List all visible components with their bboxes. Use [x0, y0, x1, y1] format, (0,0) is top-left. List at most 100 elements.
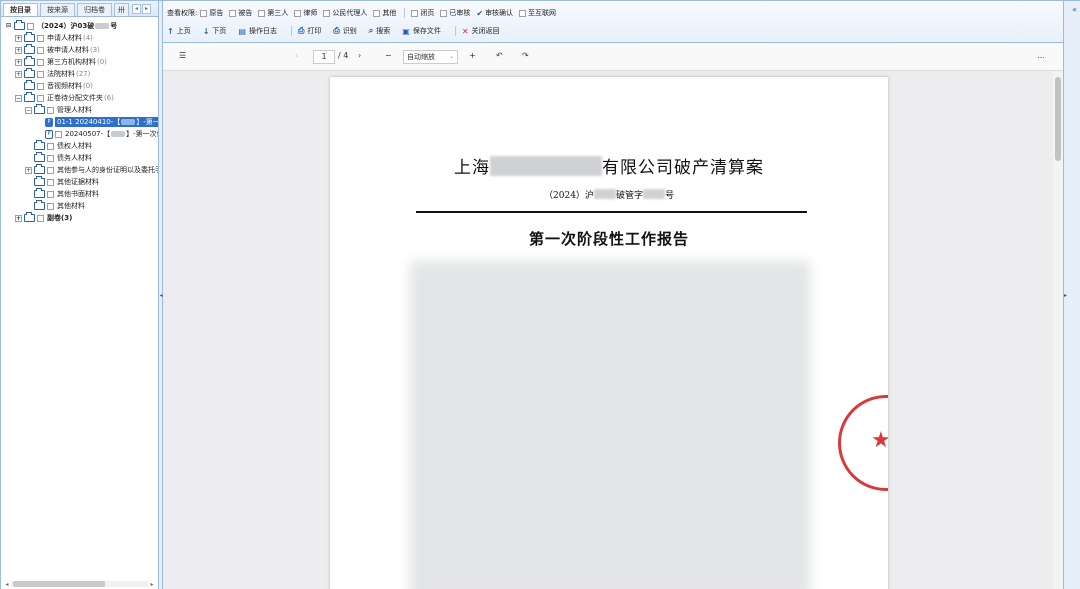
- more-options-icon[interactable]: …: [1037, 51, 1045, 60]
- tree-node-other[interactable]: 其他材料: [25, 200, 85, 212]
- checkbox[interactable]: [229, 9, 237, 17]
- next-page-icon[interactable]: ›: [358, 51, 361, 60]
- checkbox[interactable]: [47, 166, 54, 174]
- folder-icon: [24, 92, 35, 102]
- checkbox[interactable]: [47, 142, 54, 150]
- next-page-button[interactable]: ↓ 下页: [203, 26, 227, 36]
- prev-page-button[interactable]: ↑ 上页: [167, 26, 191, 36]
- tree-node-creditor[interactable]: 债权人材料: [25, 140, 92, 152]
- perm-other[interactable]: 其他: [373, 8, 396, 18]
- expand-icon[interactable]: +: [15, 214, 22, 222]
- checkbox[interactable]: [47, 154, 54, 162]
- tab-scroll-left-icon[interactable]: ◂: [132, 4, 141, 14]
- tree-node-label: 正卷待分配文件夹: [47, 94, 103, 102]
- tab-by-catalog[interactable]: 按目录: [3, 3, 38, 16]
- perm-citizen-agent[interactable]: 公民代理人: [323, 8, 367, 18]
- expand-icon[interactable]: +: [25, 166, 32, 174]
- expand-right-icon[interactable]: «: [1072, 5, 1077, 14]
- tree-horizontal-scrollbar[interactable]: ◂ ▸: [3, 580, 156, 588]
- tab-by-source[interactable]: 按来源: [40, 3, 75, 16]
- tab-scroll-right-icon[interactable]: ▸: [142, 4, 151, 14]
- sidebar-toggle-icon[interactable]: ☰: [179, 51, 186, 60]
- perm-defendant[interactable]: 被告: [229, 8, 252, 18]
- checkbox[interactable]: [294, 9, 302, 17]
- collapse-icon[interactable]: ⊟: [5, 22, 12, 30]
- print-button[interactable]: ⎙ 打印: [298, 26, 321, 36]
- tree-node-applicant[interactable]: + 申请人材料 (4): [15, 32, 93, 44]
- checkbox[interactable]: [47, 190, 54, 198]
- tree-node-respondent[interactable]: + 被申请人材料 (3): [15, 44, 100, 56]
- checkbox[interactable]: [373, 9, 381, 17]
- zoom-out-icon[interactable]: −: [385, 51, 392, 60]
- expand-icon[interactable]: +: [15, 70, 22, 78]
- checkbox[interactable]: [519, 9, 527, 17]
- flag-to-internet[interactable]: 至互联网: [519, 8, 556, 18]
- tab-archive[interactable]: 归档卷: [77, 3, 112, 16]
- tree-node-secondary-volume[interactable]: + 副卷(3): [15, 212, 72, 224]
- rotate-cw-icon[interactable]: ↷: [522, 51, 529, 60]
- perm-plaintiff[interactable]: 原告: [200, 8, 223, 18]
- checkbox[interactable]: [258, 9, 266, 17]
- checkbox[interactable]: [440, 9, 448, 17]
- scroll-thumb[interactable]: [13, 581, 105, 587]
- checkbox[interactable]: [47, 106, 54, 114]
- checkbox[interactable]: [411, 9, 419, 17]
- right-splitter[interactable]: « ▸: [1063, 1, 1080, 589]
- scroll-thumb[interactable]: [1055, 77, 1061, 161]
- tree-node-file-selected[interactable]: P 01-1 20240410-【 】-第一: [45, 116, 158, 128]
- collapse-icon[interactable]: −: [25, 106, 32, 114]
- save-file-button[interactable]: ▣ 保存文件: [402, 26, 441, 36]
- flag-close-page[interactable]: 闭页: [411, 8, 434, 18]
- tree-node-unassigned[interactable]: − 正卷待分配文件夹 (6): [15, 92, 114, 104]
- tree-node-debtor[interactable]: 债务人材料: [25, 152, 92, 164]
- checkbox[interactable]: [47, 202, 54, 210]
- checkbox[interactable]: [47, 178, 54, 186]
- rotate-ccw-icon[interactable]: ↶: [496, 51, 503, 60]
- checkbox[interactable]: [37, 70, 44, 78]
- checkbox[interactable]: [323, 9, 331, 17]
- perm-lawyer[interactable]: 律师: [294, 8, 317, 18]
- tab-more[interactable]: 卅: [114, 3, 129, 16]
- pdf-canvas[interactable]: 上海 有限公司破产清算案 （2024）沪 破管字号 第一次阶段性工作报告 ★: [163, 71, 1063, 589]
- expand-icon[interactable]: +: [15, 46, 22, 54]
- close-return-button[interactable]: ✕ 关闭返回: [462, 26, 500, 36]
- checkbox[interactable]: [37, 46, 44, 54]
- chevron-down-icon: ⌄: [448, 53, 454, 60]
- tree-node-court[interactable]: + 法院材料 (27): [15, 68, 90, 80]
- prev-page-icon[interactable]: ‹: [295, 51, 298, 60]
- scroll-left-icon[interactable]: ◂: [3, 581, 11, 588]
- checkbox[interactable]: [37, 58, 44, 66]
- operation-log-button[interactable]: ▤ 操作日志: [238, 26, 277, 36]
- search-button[interactable]: ⌕ 搜索: [369, 26, 390, 36]
- tree-node-av[interactable]: 音视频材料 (0): [15, 80, 93, 92]
- zoom-select[interactable]: 自动缩放 ⌄: [403, 50, 458, 64]
- tree-node-root[interactable]: ⊟ （2024）沪03破 号: [5, 20, 117, 32]
- page-number-input[interactable]: 1: [313, 50, 335, 64]
- recognize-button[interactable]: ⎙ 识别: [333, 26, 356, 36]
- checkbox[interactable]: [200, 9, 208, 17]
- flag-reviewed[interactable]: 已审核: [440, 8, 470, 18]
- checkbox[interactable]: [37, 214, 44, 222]
- collapse-right-icon[interactable]: ▸: [1064, 289, 1068, 303]
- tree-node-other-written[interactable]: 其他书面材料: [25, 188, 99, 200]
- tree-node-other-participants[interactable]: + 其他参与人的身份证明以及委托手: [25, 164, 158, 176]
- checkbox[interactable]: [55, 130, 62, 138]
- perm-third-party[interactable]: 第三人: [258, 8, 288, 18]
- zoom-in-icon[interactable]: +: [469, 51, 476, 60]
- tree-node-other-evidence[interactable]: 其他证据材料: [25, 176, 99, 188]
- tree-node-count: (27): [76, 70, 91, 78]
- checkbox[interactable]: [27, 22, 34, 30]
- check-icon[interactable]: ✔: [476, 9, 483, 18]
- checkbox[interactable]: [37, 82, 44, 90]
- scroll-right-icon[interactable]: ▸: [148, 581, 156, 588]
- expand-icon[interactable]: +: [15, 58, 22, 66]
- pdf-vertical-scrollbar[interactable]: [1053, 71, 1063, 589]
- checkbox[interactable]: [37, 94, 44, 102]
- tree-node-administrator[interactable]: − 管理人材料: [25, 104, 92, 116]
- collapse-icon[interactable]: −: [15, 94, 22, 102]
- tree-node-third-party[interactable]: + 第三方机构材料 (0): [15, 56, 107, 68]
- expand-icon[interactable]: +: [15, 34, 22, 42]
- flag-review-confirm[interactable]: ✔ 审核确认: [476, 8, 513, 18]
- tree-node-file[interactable]: P 20240507-【 】-第一次债: [45, 128, 158, 140]
- checkbox[interactable]: [37, 34, 44, 42]
